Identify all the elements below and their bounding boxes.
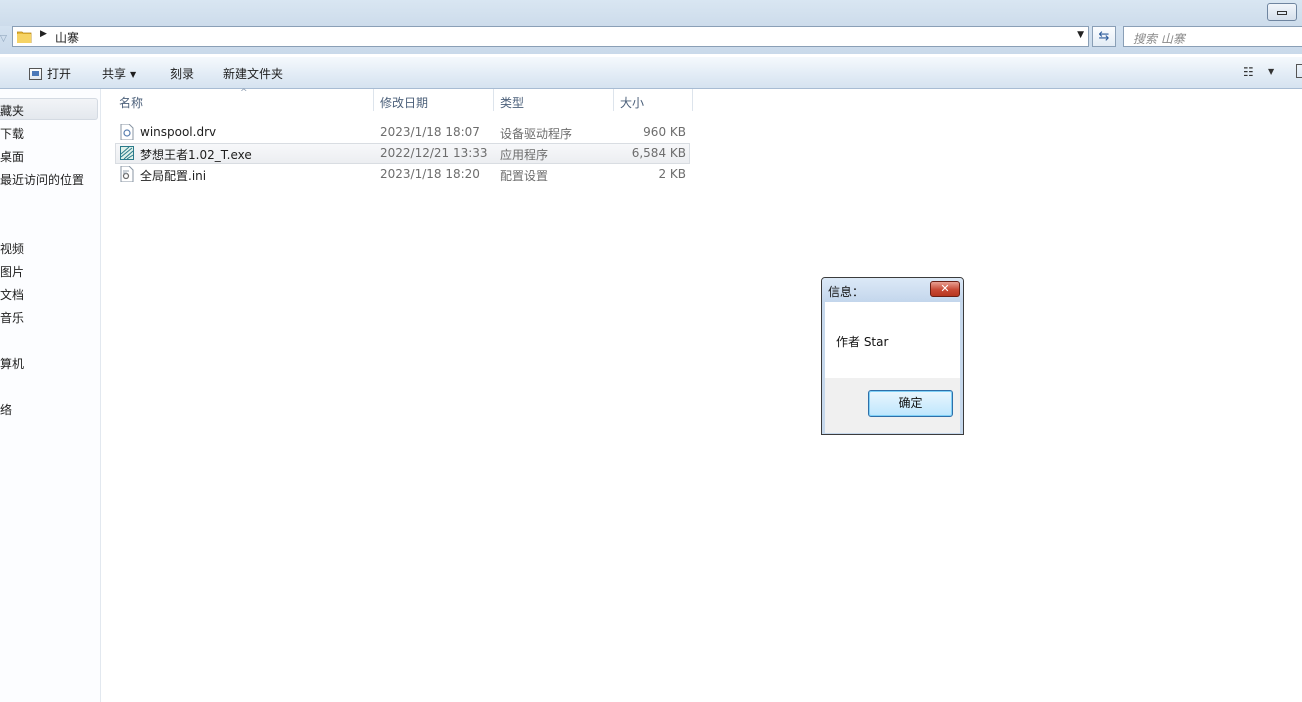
file-name: 梦想王者1.02_T.exe [140, 148, 252, 162]
file-name: winspool.drv [140, 125, 217, 139]
nav-item-downloads[interactable]: 下载 [0, 125, 24, 142]
folder-icon [17, 31, 32, 43]
minimize-button[interactable] [1267, 3, 1297, 21]
view-dropdown-icon[interactable]: ▼ [1268, 67, 1274, 76]
column-divider[interactable] [493, 89, 494, 111]
open-button[interactable]: 打开 [29, 65, 71, 82]
minimize-icon [1277, 11, 1287, 15]
file-size: 6,584 KB [631, 146, 686, 160]
dialog-message: 作者 Star [836, 335, 889, 349]
address-row: ▽ ▶ 山寨 ▼ ⇆ 搜索 山寨 [0, 26, 1302, 54]
file-name: 全局配置.ini [140, 169, 207, 183]
open-label: 打开 [47, 67, 72, 81]
refresh-button[interactable]: ⇆ [1092, 26, 1116, 47]
nav-item-pictures[interactable]: 图片 [0, 263, 24, 280]
navigation-pane: 藏夹 下载 桌面 最近访问的位置 视频 图片 文档 音乐 算机 络 [0, 89, 101, 702]
file-row[interactable]: 梦想王者1.02_T.exe 2022/12/21 13:33 应用程序 6,5… [115, 143, 690, 164]
refresh-icon: ⇆ [1098, 29, 1110, 44]
driver-icon [120, 124, 134, 140]
burn-label: 刻录 [170, 67, 195, 81]
file-date: 2023/1/18 18:20 [380, 167, 480, 181]
search-placeholder: 搜索 山寨 [1133, 32, 1185, 46]
share-button[interactable]: 共享 ▼ [102, 65, 136, 82]
column-header-type[interactable]: 类型 [500, 94, 524, 111]
breadcrumb-folder[interactable]: 山寨 [55, 29, 79, 46]
search-input[interactable]: 搜索 山寨 [1123, 26, 1302, 47]
dialog-close-button[interactable]: ✕ [930, 281, 960, 297]
exe-icon [120, 146, 134, 160]
command-bar: 打开 共享 ▼ 刻录 新建文件夹 ☷ ▼ [0, 57, 1302, 89]
nav-item-videos[interactable]: 视频 [0, 240, 24, 257]
column-header-size[interactable]: 大小 [620, 94, 644, 111]
new-folder-label: 新建文件夹 [223, 67, 284, 81]
column-header-name[interactable]: 名称 [119, 94, 143, 111]
open-icon [29, 68, 42, 80]
address-bar[interactable]: ▶ 山寨 ▼ [12, 26, 1089, 47]
column-divider[interactable] [613, 89, 614, 111]
dialog-title: 信息： [828, 285, 865, 299]
dialog-titlebar[interactable]: 信息： ✕ [822, 278, 963, 302]
new-folder-button[interactable]: 新建文件夹 [223, 65, 283, 82]
file-type: 应用程序 [500, 148, 549, 162]
close-icon: ✕ [940, 282, 950, 295]
breadcrumb-arrow-icon[interactable]: ▶ [40, 29, 47, 39]
share-label: 共享 [102, 67, 127, 81]
ok-button[interactable]: 确定 [868, 390, 953, 417]
sort-ascending-icon: ^ [240, 88, 248, 98]
file-date: 2023/1/18 18:07 [380, 125, 480, 139]
dialog-footer: 确定 [825, 378, 960, 433]
window-titlebar [0, 0, 1302, 26]
ini-icon [120, 166, 134, 182]
burn-button[interactable]: 刻录 [170, 65, 194, 82]
dialog-body: 作者 Star [825, 302, 960, 378]
file-size: 2 KB [658, 167, 686, 181]
nav-item-desktop[interactable]: 桌面 [0, 148, 24, 165]
file-date: 2022/12/21 13:33 [380, 146, 488, 160]
chevron-down-icon: ▼ [130, 70, 137, 79]
history-dropdown-icon[interactable]: ▽ [0, 34, 7, 44]
file-type: 配置设置 [500, 169, 549, 183]
view-options-icon[interactable]: ☷ [1243, 65, 1254, 79]
file-type: 设备驱动程序 [500, 127, 573, 141]
column-header-date[interactable]: 修改日期 [380, 94, 428, 111]
message-dialog: 信息： ✕ 作者 Star 确定 [821, 277, 964, 435]
nav-item-documents[interactable]: 文档 [0, 286, 24, 303]
nav-item-music[interactable]: 音乐 [0, 309, 24, 326]
preview-pane-icon[interactable] [1296, 64, 1302, 78]
nav-item-computer[interactable]: 算机 [0, 355, 24, 372]
nav-item-recent[interactable]: 最近访问的位置 [0, 171, 84, 188]
nav-item-favorites[interactable]: 藏夹 [0, 98, 98, 120]
column-divider[interactable] [373, 89, 374, 111]
address-dropdown-icon[interactable]: ▼ [1077, 30, 1084, 40]
file-row[interactable]: 全局配置.ini 2023/1/18 18:20 配置设置 2 KB [115, 164, 690, 185]
file-row[interactable]: winspool.drv 2023/1/18 18:07 设备驱动程序 960 … [115, 122, 690, 143]
file-size: 960 KB [643, 125, 686, 139]
nav-item-network[interactable]: 络 [0, 401, 12, 418]
column-divider[interactable] [692, 89, 693, 111]
